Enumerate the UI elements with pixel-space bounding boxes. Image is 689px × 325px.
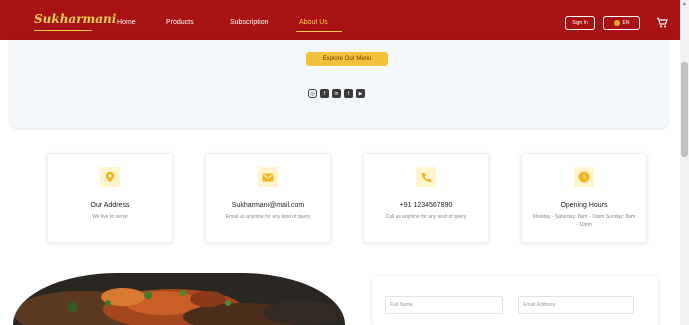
- card-subtitle: Email us anytime for any kind of query: [225, 214, 311, 220]
- page-scrollbar-thumb[interactable]: [681, 62, 688, 157]
- brand-underline: [34, 30, 92, 31]
- full-name-placeholder: Full Name: [390, 302, 413, 308]
- nav-about-us[interactable]: About Us: [299, 19, 328, 26]
- card-title: +91 1234567890: [399, 202, 453, 209]
- nav-subscription[interactable]: Subscription: [230, 19, 269, 26]
- card-subtitle: We live to serve: [92, 214, 128, 220]
- full-name-input[interactable]: Full Name: [385, 296, 503, 314]
- nav-products[interactable]: Products: [166, 19, 194, 26]
- card-title: Opening Hours: [560, 202, 608, 209]
- explore-menu-button[interactable]: Explore Our Menu: [306, 52, 388, 66]
- card-subtitle: Call us anytime for any kind of query: [385, 214, 467, 220]
- mail-icon: [258, 167, 278, 187]
- language-label: EN: [622, 20, 630, 26]
- active-nav-underline: [296, 31, 342, 32]
- card-title: Sukharmani@mail.com: [231, 202, 305, 209]
- language-button[interactable]: EN: [603, 16, 640, 30]
- email-input[interactable]: Email Address: [518, 296, 634, 314]
- youtube-icon[interactable]: ▶: [356, 89, 365, 98]
- address-card: Our Address We live to serve: [47, 153, 173, 243]
- linkedin-icon[interactable]: in: [332, 89, 341, 98]
- explore-menu-label: Explore Our Menu: [322, 56, 372, 62]
- clock-icon: [574, 167, 594, 187]
- language-flag-icon: [613, 20, 620, 26]
- sign-in-label: Sign In: [572, 20, 588, 26]
- top-navbar: Sukharmani Home Products Subscription Ab…: [0, 0, 680, 40]
- social-links: ◎ f in t ▶: [308, 89, 365, 98]
- food-photo: [13, 273, 345, 325]
- instagram-icon[interactable]: ◎: [308, 89, 317, 98]
- facebook-icon[interactable]: f: [320, 89, 329, 98]
- opening-hours-card: Opening Hours Monday - Saturday: 8am - 1…: [521, 153, 647, 243]
- card-subtitle: Monday - Saturday: 8am - 10pm Sunday: 8a…: [532, 214, 636, 228]
- phone-card: +91 1234567890 Call us anytime for any k…: [363, 153, 489, 243]
- brand-logo[interactable]: Sukharmani: [34, 12, 116, 26]
- twitter-icon[interactable]: t: [344, 89, 353, 98]
- email-card: Sukharmani@mail.com Email us anytime for…: [205, 153, 331, 243]
- nav-home[interactable]: Home: [117, 19, 136, 26]
- email-placeholder: Email Address: [523, 302, 555, 308]
- card-title: Our Address: [90, 202, 130, 209]
- scroll-up-arrow-icon[interactable]: ▲: [682, 1, 687, 7]
- sign-in-button[interactable]: Sign In: [565, 16, 595, 30]
- phone-icon: [416, 167, 436, 187]
- page-scrollbar-track[interactable]: [680, 0, 689, 325]
- cart-icon[interactable]: [656, 17, 668, 29]
- map-pin-icon: [100, 167, 120, 187]
